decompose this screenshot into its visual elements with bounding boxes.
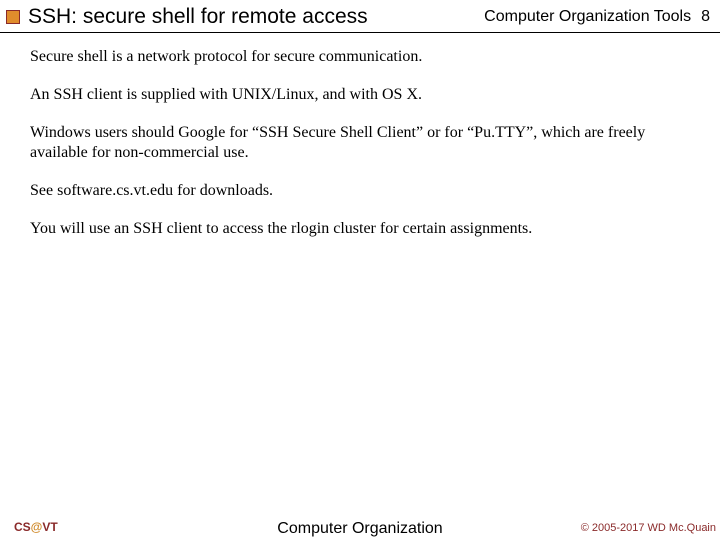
- footer-org-cs: CS: [14, 520, 31, 534]
- slide: SSH: secure shell for remote access Comp…: [0, 0, 720, 540]
- body-paragraph: You will use an SSH client to access the…: [30, 219, 700, 239]
- footer-copyright: © 2005-2017 WD Mc.Quain: [581, 522, 716, 534]
- square-bullet-icon: [6, 10, 20, 24]
- page-number: 8: [701, 8, 710, 26]
- course-label: Computer Organization Tools: [484, 8, 691, 26]
- body-paragraph: Secure shell is a network protocol for s…: [30, 47, 700, 67]
- body-paragraph: An SSH client is supplied with UNIX/Linu…: [30, 85, 700, 105]
- body-paragraph: Windows users should Google for “SSH Sec…: [30, 123, 700, 163]
- footer-org-at: @: [31, 520, 43, 534]
- slide-title: SSH: secure shell for remote access: [28, 5, 480, 29]
- slide-footer: CS@VT Computer Organization © 2005-2017 …: [0, 520, 720, 534]
- footer-org: CS@VT: [14, 520, 58, 534]
- slide-header: SSH: secure shell for remote access Comp…: [0, 0, 720, 32]
- footer-course: Computer Organization: [277, 520, 442, 538]
- footer-org-vt: VT: [42, 520, 57, 534]
- slide-body: Secure shell is a network protocol for s…: [0, 33, 720, 239]
- body-paragraph: See software.cs.vt.edu for downloads.: [30, 181, 700, 201]
